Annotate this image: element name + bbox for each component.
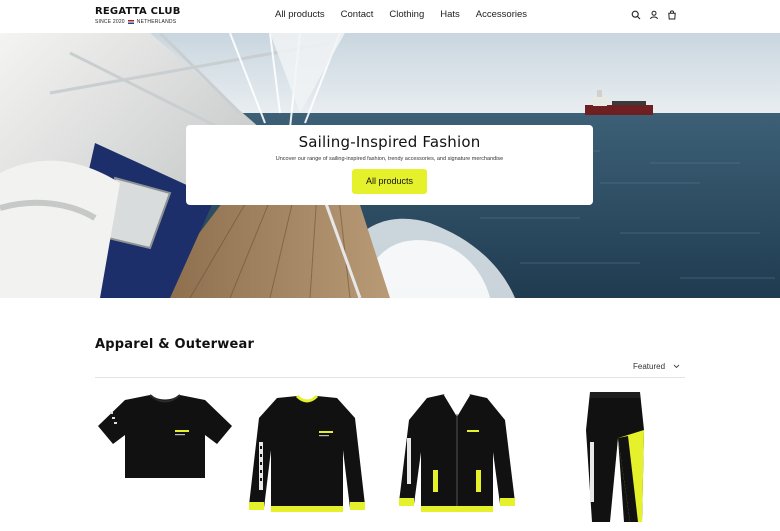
brand-since: SINCE 2020 (95, 19, 125, 25)
brand-country: NETHERLANDS (136, 19, 177, 25)
product-card-leggings[interactable] (572, 390, 662, 531)
brand-tagline: SINCE 2020 NETHERLANDS (95, 19, 181, 25)
nav-item-clothing[interactable]: Clothing (389, 9, 424, 20)
brand-name: REGATTA CLUB (95, 6, 181, 17)
site-header: REGATTA CLUB SINCE 2020 NETHERLANDS All … (0, 0, 780, 33)
hero-card: Sailing-Inspired Fashion Uncover our ran… (186, 125, 593, 205)
main-nav: All products Contact Clothing Hats Acces… (275, 9, 527, 20)
product-card-t-shirt[interactable] (95, 390, 235, 531)
collection-title: Apparel & Outerwear (95, 337, 255, 352)
sweatshirt-image (249, 394, 365, 512)
header-icons (631, 10, 677, 20)
nav-item-hats[interactable]: Hats (440, 9, 460, 20)
leggings-image (586, 392, 644, 522)
hero-subtitle: Uncover our range of sailing-inspired fa… (275, 156, 504, 162)
netherlands-flag-icon (127, 20, 134, 24)
cart-icon[interactable] (667, 10, 677, 20)
all-products-button[interactable]: All products (351, 169, 428, 194)
hero-banner: Sailing-Inspired Fashion Uncover our ran… (0, 33, 780, 298)
product-card-sweatshirt[interactable] (247, 390, 367, 531)
account-icon[interactable] (649, 10, 659, 20)
t-shirt-image (98, 394, 232, 478)
chevron-down-icon (673, 364, 680, 369)
sort-label: Featured (633, 362, 666, 371)
section-divider (95, 377, 685, 378)
nav-item-all-products[interactable]: All products (275, 9, 325, 20)
bomber-jacket-image (399, 393, 515, 512)
product-card-bomber-jacket[interactable] (397, 390, 517, 531)
brand-logo[interactable]: REGATTA CLUB SINCE 2020 NETHERLANDS (95, 6, 181, 25)
search-icon[interactable] (631, 10, 641, 20)
nav-item-accessories[interactable]: Accessories (476, 9, 527, 20)
sort-dropdown[interactable]: Featured (633, 362, 680, 371)
nav-item-contact[interactable]: Contact (341, 9, 374, 20)
hero-title: Sailing-Inspired Fashion (298, 133, 481, 151)
